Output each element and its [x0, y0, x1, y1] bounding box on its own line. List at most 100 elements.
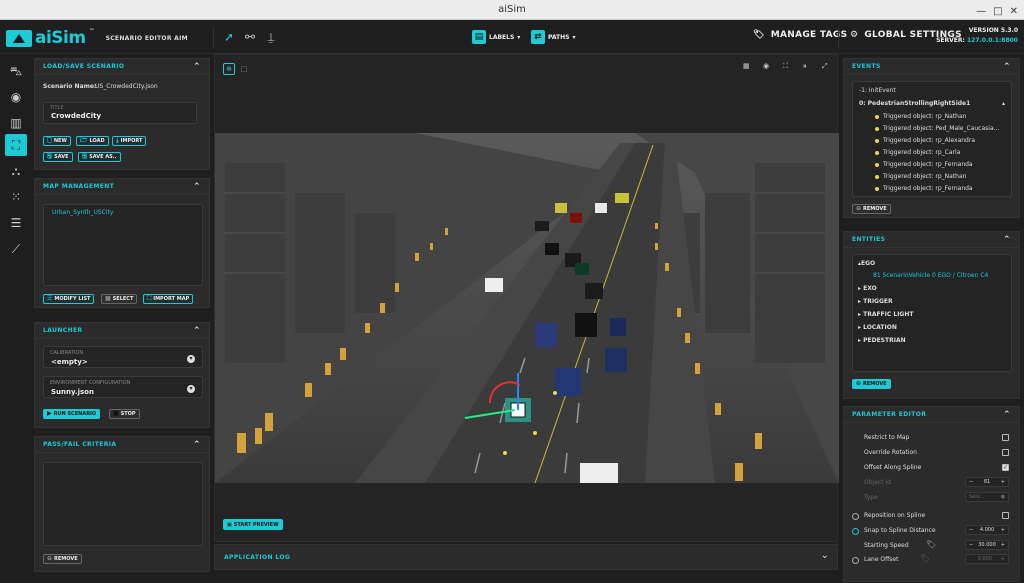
- event-trigger-item[interactable]: Triggered object: Ped_Male_Caucasia...: [875, 125, 999, 132]
- event-item[interactable]: -1: InitEvent: [859, 87, 896, 94]
- event-item[interactable]: 0: PedestrianStrollingRightSide1: [859, 100, 970, 107]
- chevron-up-icon[interactable]: ⌃: [1003, 407, 1011, 423]
- chevron-up-icon[interactable]: ⌃: [193, 437, 201, 453]
- environment-select[interactable]: ENVIRONMENT CONFIGURATION Sunny.json ▾: [43, 376, 203, 398]
- environment-value: Sunny.json: [51, 388, 94, 396]
- tag-icon[interactable]: 🏷: [926, 540, 936, 549]
- entity-group-trigger[interactable]: ▸ TRIGGER: [858, 298, 893, 305]
- event-trigger-item[interactable]: Triggered object: rp_Nathan: [875, 173, 966, 180]
- labels-dropdown[interactable]: ▤ LABELS ▾: [472, 29, 520, 45]
- expand-icon[interactable]: ⤢: [822, 62, 828, 71]
- chevron-up-icon[interactable]: ⌃: [193, 323, 201, 339]
- scale-icon[interactable]: ⬚: [238, 63, 250, 75]
- car-icon[interactable]: ⛍: [5, 60, 27, 82]
- modify-list-button[interactable]: ☰ MODIFY LIST: [43, 294, 95, 304]
- load-button[interactable]: 🗁 LOAD: [76, 136, 109, 146]
- event-trigger-item[interactable]: Triggered object: rp_Carla: [875, 149, 960, 156]
- route-icon[interactable]: ⚯: [243, 30, 257, 44]
- chevron-down-icon[interactable]: ⌄: [821, 550, 829, 561]
- start-preview-button[interactable]: ▣ START PREVIEW: [223, 519, 283, 530]
- offset-along-spline-checkbox[interactable]: ✓: [1002, 464, 1009, 471]
- reposition-on-spline-checkbox[interactable]: [1002, 512, 1009, 519]
- cursor-icon[interactable]: ➚: [222, 30, 236, 44]
- entity-group-exo[interactable]: ▸ EXO: [858, 285, 877, 292]
- minus-icon[interactable]: −: [969, 526, 973, 534]
- title-field[interactable]: TITLE CrowdedCity: [43, 102, 197, 124]
- entities-header[interactable]: ENTITIES ⌃: [844, 232, 1019, 248]
- entity-item-ego[interactable]: 81 ScenarioVehicle 0 EGO / Citroen C4: [873, 272, 988, 279]
- event-trigger-item[interactable]: Triggered object: rp_Fernanda: [875, 185, 973, 192]
- dropdown-icon: ▾: [187, 385, 195, 393]
- chevron-up-icon[interactable]: ⌃: [1003, 232, 1011, 248]
- paths-dropdown[interactable]: ⇄ PATHS ▾: [531, 29, 575, 45]
- remove-entity-button[interactable]: ⊖ REMOVE: [852, 379, 891, 389]
- grid-icon[interactable]: ⁙: [5, 186, 27, 208]
- event-trigger-item[interactable]: Triggered object: rp_Nathan: [875, 113, 966, 120]
- plus-icon[interactable]: +: [1001, 478, 1005, 486]
- map-list-item[interactable]: Urban_Synth_USCity: [52, 209, 113, 216]
- run-scenario-button[interactable]: ▶ RUN SCENARIO: [43, 409, 101, 419]
- entity-group-location[interactable]: ▸ LOCATION: [858, 324, 897, 331]
- remove-criteria-button[interactable]: ⊖ REMOVE: [43, 554, 82, 564]
- entity-group-traffic-light[interactable]: ▸ TRAFFIC LIGHT: [858, 311, 913, 318]
- pass-fail-header[interactable]: PASS/FAIL CRITERIA ⌃: [35, 437, 209, 453]
- launcher-header[interactable]: LAUNCHER ⌃: [35, 323, 209, 339]
- select-map-button[interactable]: ▦ SELECT: [101, 294, 138, 304]
- remove-event-button[interactable]: ⊖ REMOVE: [852, 204, 891, 214]
- tag-icon[interactable]: 🏷: [920, 554, 930, 563]
- type-select[interactable]: Sele... ●: [965, 492, 1009, 502]
- entity-group-ego[interactable]: ▴EGO: [858, 260, 875, 267]
- plus-icon[interactable]: +: [1001, 541, 1005, 549]
- chevron-up-icon[interactable]: ⌃: [193, 179, 201, 195]
- scene-illustration: [215, 133, 839, 483]
- calibration-select[interactable]: CALIBRATION <empty> ▾: [43, 346, 203, 368]
- stop-button[interactable]: ■ STOP: [109, 409, 140, 419]
- map-os-icon[interactable]: ⛬: [5, 160, 27, 182]
- event-trigger-item[interactable]: Triggered object: rp_Alexandra: [875, 137, 975, 144]
- plus-icon[interactable]: +: [1001, 555, 1005, 563]
- import-button[interactable]: ⤓ IMPORT: [112, 136, 147, 146]
- scene-render[interactable]: [215, 133, 839, 483]
- event-trigger-item[interactable]: Triggered object: rp_Fernanda: [875, 161, 973, 168]
- sensor-icon[interactable]: ◉: [5, 86, 27, 108]
- import-map-button[interactable]: ⛶ IMPORT MAP: [143, 294, 194, 304]
- lane-offset-stepper[interactable]: 0.000 +: [965, 554, 1009, 564]
- chevron-up-icon[interactable]: ⌃: [193, 59, 201, 75]
- focus-icon[interactable]: ⛶: [783, 62, 788, 71]
- save-button[interactable]: 🖫 SAVE: [43, 152, 73, 162]
- scenario-editor-icon[interactable]: ⛶: [5, 134, 27, 156]
- collapse-icon[interactable]: ▴: [1002, 100, 1005, 107]
- pause-icon[interactable]: ⏸: [803, 62, 807, 71]
- events-header[interactable]: EVENTS ⌃: [844, 59, 1019, 75]
- pin-icon[interactable]: ⍊: [264, 30, 278, 44]
- trigger-label: Triggered object: rp_Carla: [883, 149, 961, 156]
- list-icon: ☰: [47, 295, 53, 302]
- camera-icon[interactable]: ◉: [763, 62, 769, 70]
- plus-icon[interactable]: +: [1001, 526, 1005, 534]
- starting-speed-stepper[interactable]: −30.000 +: [965, 540, 1009, 550]
- entity-group-pedestrian[interactable]: ▸ PEDESTRIAN: [858, 337, 906, 344]
- chart-icon[interactable]: ⟋: [5, 238, 27, 260]
- 3d-viewport[interactable]: ⊕ ⬚ ▦ ◉ ⛶ ⏸ ⤢ ▣ START PREVIEW: [214, 54, 839, 542]
- minus-icon[interactable]: −: [969, 541, 973, 549]
- minimize-icon[interactable]: —: [976, 2, 986, 22]
- maximize-icon[interactable]: □: [993, 2, 1002, 22]
- snap-distance-stepper[interactable]: −4.000 +: [965, 525, 1009, 535]
- load-save-header[interactable]: LOAD/SAVE SCENARIO ⌃: [35, 59, 209, 75]
- object-id-stepper[interactable]: − 81 +: [965, 477, 1009, 487]
- layers-icon[interactable]: ☰: [5, 212, 27, 234]
- grid-view-icon[interactable]: ▦: [743, 62, 750, 70]
- chevron-up-icon[interactable]: ⌃: [1003, 59, 1011, 75]
- save-as-button[interactable]: 🖫 SAVE AS..: [78, 152, 121, 162]
- manage-tags-button[interactable]: 🏷 MANAGE TAGS: [753, 30, 847, 40]
- override-rotation-checkbox[interactable]: [1002, 449, 1009, 456]
- close-icon[interactable]: ✕: [1010, 2, 1018, 22]
- city-icon[interactable]: ▥: [5, 112, 27, 134]
- new-button[interactable]: 🗋 NEW: [43, 136, 71, 146]
- parameter-editor-header[interactable]: PARAMETER EDITOR ⌃: [844, 407, 1019, 423]
- restrict-to-map-checkbox[interactable]: [1002, 434, 1009, 441]
- move-gizmo-icon[interactable]: ⊕: [223, 63, 235, 75]
- map-management-header[interactable]: MAP MANAGEMENT ⌃: [35, 179, 209, 195]
- events-panel: EVENTS ⌃ -1: InitEvent 0: PedestrianStrol…: [843, 58, 1020, 218]
- minus-icon[interactable]: −: [969, 478, 973, 486]
